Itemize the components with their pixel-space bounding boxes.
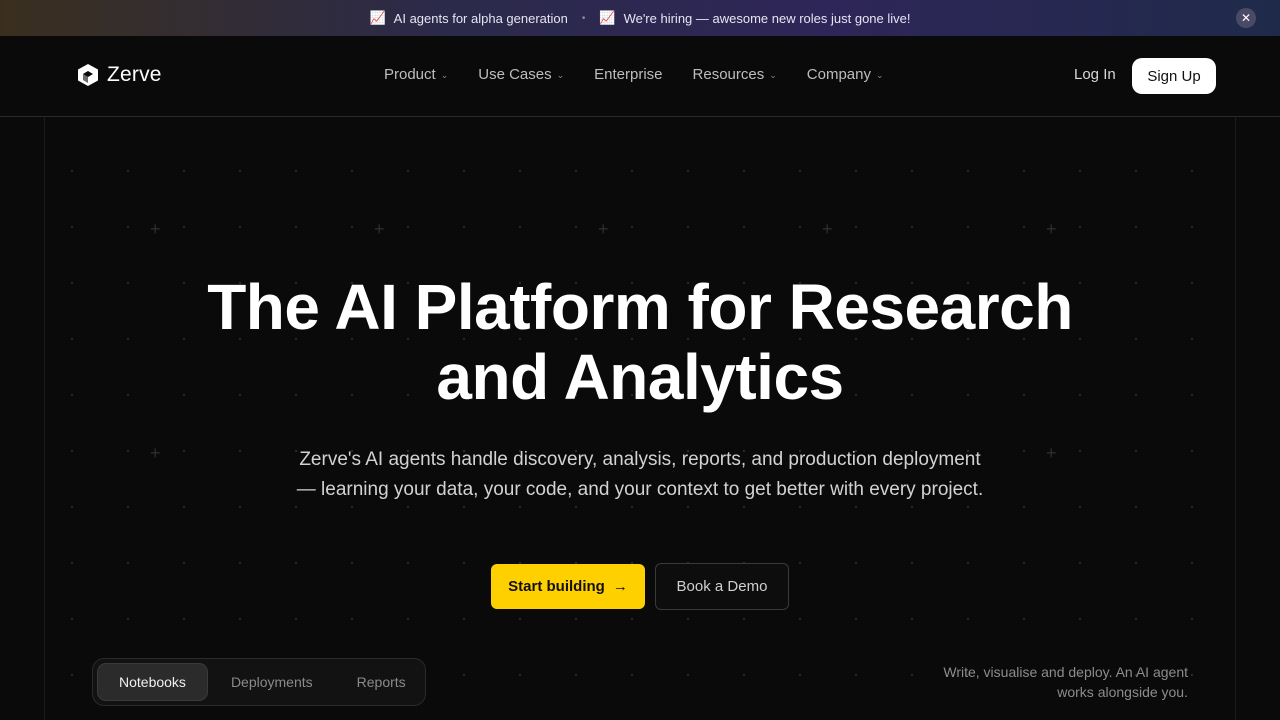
- grid-plus-icon: +: [150, 443, 161, 463]
- grid-plus-icon: +: [1046, 219, 1057, 239]
- menu-label: Company: [806, 66, 871, 83]
- cta-label: Start building: [508, 578, 605, 595]
- brand-logo[interactable]: Zerve: [77, 63, 162, 87]
- headline-line-1: The AI Platform for Research: [207, 271, 1073, 343]
- main-menu: Product ⌄ Use Cases ⌄ Enterprise Resourc…: [384, 66, 884, 83]
- grid-plus-icon: +: [150, 219, 161, 239]
- tab-reports[interactable]: Reports: [336, 663, 427, 701]
- tab-notebooks[interactable]: Notebooks: [97, 663, 208, 701]
- separator-dot: •: [581, 12, 586, 24]
- menu-item-use-cases[interactable]: Use Cases ⌄: [478, 66, 564, 83]
- grid-plus-icon: +: [1046, 443, 1057, 463]
- zerve-logo-icon: [78, 64, 98, 86]
- signup-button[interactable]: Sign Up: [1132, 58, 1216, 94]
- start-building-button[interactable]: Start building →: [491, 564, 645, 609]
- hero-grid-background: + + + + + + +: [44, 117, 1236, 720]
- menu-label: Use Cases: [478, 66, 552, 83]
- hero-subheading: Zerve's AI agents handle discovery, anal…: [296, 449, 984, 500]
- menu-label: Product: [384, 66, 436, 83]
- announcement-text-1: AI agents for alpha generation: [393, 10, 568, 26]
- announcement-text-2: We're hiring — awesome new roles just go…: [623, 10, 911, 26]
- menu-item-resources[interactable]: Resources ⌄: [693, 66, 777, 83]
- top-navigation: Zerve Product ⌄ Use Cases ⌄ Enterprise R…: [0, 36, 1280, 117]
- announcement-item-2[interactable]: 📈 We're hiring — awesome new roles just …: [599, 10, 910, 26]
- tab-deployments[interactable]: Deployments: [210, 663, 334, 701]
- chevron-down-icon: ⌄: [875, 70, 884, 80]
- announcement-bar: 📈 AI agents for alpha generation • 📈 We'…: [0, 0, 1280, 36]
- brand-name: Zerve: [107, 63, 162, 86]
- login-link[interactable]: Log In: [1074, 66, 1116, 83]
- hero-headline: The AI Platform for Research and Analyti…: [0, 272, 1280, 412]
- menu-label: Enterprise: [594, 66, 663, 83]
- close-icon[interactable]: ✕: [1236, 8, 1256, 28]
- chart-up-icon: 📈: [599, 10, 616, 25]
- chart-up-icon: 📈: [369, 10, 386, 25]
- menu-item-enterprise[interactable]: Enterprise: [594, 66, 662, 83]
- menu-label: Resources: [692, 66, 765, 83]
- grid-plus-icon: +: [374, 219, 385, 239]
- headline-line-2: and Analytics: [436, 341, 844, 413]
- chevron-down-icon: ⌄: [440, 70, 449, 80]
- book-demo-button[interactable]: Book a Demo: [655, 563, 789, 610]
- grid-plus-icon: +: [822, 219, 833, 239]
- chevron-down-icon: ⌄: [769, 70, 777, 80]
- arrow-right-icon: →: [612, 578, 628, 595]
- showcase-tabs: Notebooks Deployments Reports: [92, 658, 426, 706]
- menu-item-company[interactable]: Company ⌄: [807, 66, 884, 83]
- chevron-down-icon: ⌄: [556, 70, 565, 80]
- grid-plus-icon: +: [598, 219, 609, 239]
- announcement-item-1[interactable]: 📈 AI agents for alpha generation: [369, 10, 567, 26]
- menu-item-product[interactable]: Product ⌄: [384, 66, 448, 83]
- showcase-tagline: Write, visualise and deploy. An AI agent…: [943, 664, 1188, 700]
